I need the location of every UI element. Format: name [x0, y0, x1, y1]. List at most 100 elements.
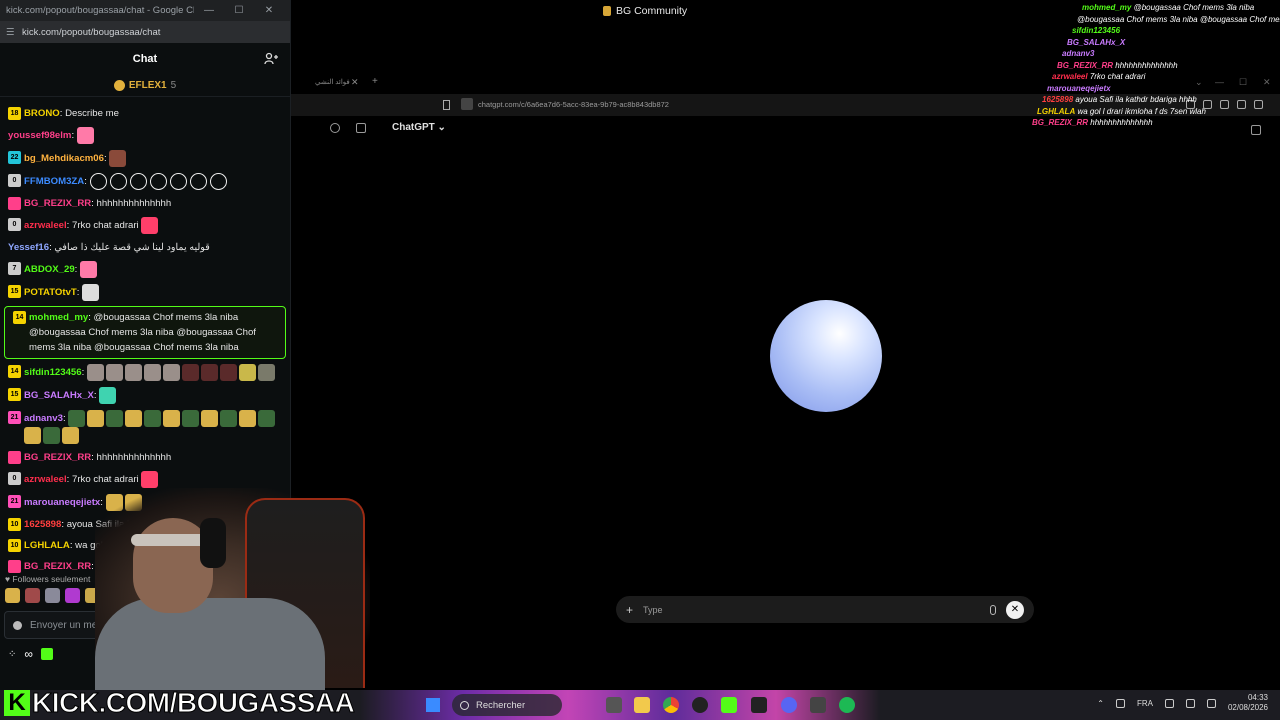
chat-username[interactable]: FFMBOM3ZA: [24, 176, 84, 187]
site-info-icon[interactable]: ☰: [6, 27, 22, 38]
network-icon[interactable]: [1164, 698, 1174, 708]
emote-quick[interactable]: [5, 588, 20, 603]
chat-text: Describe me: [65, 108, 119, 119]
chat-message-body: BRONO: Describe me: [24, 106, 119, 121]
maximize-icon[interactable]: ☐: [224, 5, 254, 16]
chat-title: Chat: [132, 53, 158, 65]
chat-message[interactable]: 14 mohmed_my: @bougassaa Chof mems 3la ni…: [4, 306, 286, 359]
chat-emote: [141, 217, 159, 234]
microphone-icon[interactable]: [990, 604, 996, 615]
chat-message-body: Yessef16: قوليه يماود لينا شي قصة عليك ذ…: [8, 240, 210, 255]
chat-username[interactable]: 1625898: [24, 519, 61, 530]
chat-username[interactable]: sifdin123456: [24, 367, 82, 378]
chat-input-placeholder: Envoyer un me: [30, 619, 98, 631]
chat-message[interactable]: BG_REZIX_RR: hhhhhhhhhhhhhh: [0, 193, 290, 214]
emote-quick[interactable]: [25, 588, 40, 603]
battery-icon[interactable]: [1206, 698, 1216, 708]
chat-message[interactable]: 14 sifdin123456:: [0, 361, 290, 384]
windows-start-icon[interactable]: [426, 698, 440, 712]
search-icon[interactable]: [330, 122, 340, 133]
chat-message-body: sifdin123456:: [24, 364, 277, 381]
chat-message[interactable]: 7 ABDOX_29:: [0, 258, 290, 281]
app-icon[interactable]: [810, 697, 826, 713]
chatgpt-header: ChatGPT ⌄: [330, 122, 446, 133]
tab-close-icon[interactable]: ✕: [351, 77, 359, 88]
minimize-icon[interactable]: —: [194, 5, 224, 16]
chat-text: 7rko chat adrari: [72, 220, 139, 232]
chat-message[interactable]: 22 bg_Mehdikacm06:: [0, 147, 290, 170]
emote-picker-icon[interactable]: [13, 620, 22, 630]
app-icon[interactable]: [751, 697, 767, 713]
emote-quick[interactable]: [65, 588, 80, 603]
chat-window-urlbar[interactable]: ☰ kick.com/popout/bougassaa/chat: [0, 21, 290, 43]
heart-emote: [89, 173, 107, 190]
chat-message-body: BG_REZIX_RR: hhhhhhhhhhhhhh: [24, 450, 171, 465]
chat-message[interactable]: 0 azrwaleel: 7rko chat adrari: [0, 214, 290, 237]
chat-message[interactable]: 18 BRONO: Describe me: [0, 103, 290, 124]
chat-username[interactable]: bg_Mehdikacm06: [24, 153, 104, 164]
chat-text: hhhhhhhhhhhhhh: [96, 452, 172, 463]
spotify-icon[interactable]: [839, 697, 855, 713]
browser-tab[interactable]: فوائد النشي: [315, 78, 350, 86]
message-composer[interactable]: + Type ✕: [616, 596, 1034, 623]
kick-app-icon[interactable]: [721, 697, 737, 713]
chat-username[interactable]: BG_SALAHx_X: [24, 390, 94, 401]
chat-username[interactable]: BRONO: [24, 108, 60, 119]
chat-username[interactable]: youssef98elm: [8, 130, 71, 141]
close-icon[interactable]: ✕: [254, 5, 284, 16]
chat-username[interactable]: marouaneqejietx: [24, 497, 100, 508]
clock[interactable]: 04:33 02/08/2026: [1228, 693, 1268, 713]
discord-icon[interactable]: [781, 697, 797, 713]
new-tab-icon[interactable]: +: [372, 76, 378, 87]
pinned-user-bar[interactable]: EFLEX1 5: [0, 75, 290, 97]
chat-message[interactable]: youssef98elm:: [0, 124, 290, 147]
subscriber-badge: 7: [8, 262, 21, 275]
microphone-icon[interactable]: [1115, 698, 1125, 708]
users-icon[interactable]: [264, 52, 278, 66]
emote-quick[interactable]: [45, 588, 60, 603]
language-indicator[interactable]: FRA: [1137, 699, 1153, 708]
overlay-chat-line: BG_REZIX_RR hhhhhhhhhhhhhh: [1032, 117, 1153, 128]
chevron-up-icon[interactable]: ⌃: [1097, 699, 1104, 708]
chat-username[interactable]: BG_REZIX_RR: [24, 561, 91, 572]
pinned-user-count: 5: [170, 80, 177, 91]
taskbar-search[interactable]: Rechercher: [452, 694, 562, 716]
chat-username[interactable]: mohmed_my: [29, 312, 88, 323]
chat-username[interactable]: BG_REZIX_RR: [24, 452, 91, 463]
bookmark-icon[interactable]: [443, 100, 450, 110]
chat-message[interactable]: BG_REZIX_RR: hhhhhhhhhhhhhh: [0, 447, 290, 468]
model-selector[interactable]: ChatGPT ⌄: [392, 122, 446, 133]
chat-emote: [257, 364, 275, 381]
chat-message[interactable]: 0 FFMBOM3ZA:: [0, 170, 290, 193]
chat-username[interactable]: LGHLALA: [24, 540, 70, 551]
sidebar-toggle-icon[interactable]: [356, 122, 366, 133]
infinity-icon[interactable]: ∞: [24, 647, 33, 661]
chat-username[interactable]: BG_REZIX_RR: [24, 198, 91, 209]
chat-message[interactable]: Yessef16: قوليه يماود لينا شي قصة عليك ذ…: [0, 237, 290, 258]
channel-banner: K KICK.COM/BOUGASSAA: [0, 686, 355, 720]
chat-username[interactable]: POTATOtvT: [24, 287, 77, 298]
chat-username[interactable]: azrwaleel: [24, 474, 67, 485]
chat-message[interactable]: 15 POTATOtvT:: [0, 281, 290, 304]
chat-message[interactable]: 21 adnanv3:: [0, 407, 290, 447]
volume-icon[interactable]: [1185, 698, 1195, 708]
composer-input[interactable]: Type: [643, 605, 980, 615]
app-icon[interactable]: [692, 697, 708, 713]
chat-username[interactable]: adnanv3: [24, 413, 63, 424]
chrome-icon[interactable]: [663, 697, 679, 713]
chat-username[interactable]: ABDOX_29: [24, 264, 75, 275]
chat-username[interactable]: azrwaleel: [24, 220, 67, 231]
chat-header: Chat: [0, 43, 290, 75]
chat-username[interactable]: Yessef16: [8, 242, 49, 253]
file-explorer-icon[interactable]: [634, 697, 650, 713]
subscriber-badge: 15: [8, 388, 21, 401]
chat-window-titlebar: kick.com/popout/bougassaa/chat - Google …: [0, 0, 290, 21]
chat-message[interactable]: 15 BG_SALAHx_X:: [0, 384, 290, 407]
subscriber-badge: 21: [8, 411, 21, 424]
community-logo-icon: [603, 6, 611, 16]
share-icon[interactable]: ⁘: [8, 649, 16, 660]
add-attachment-icon[interactable]: +: [626, 603, 633, 617]
task-view-icon[interactable]: [606, 697, 622, 713]
end-voice-close-button[interactable]: ✕: [1006, 600, 1024, 619]
followers-only-label: Followers seulement: [12, 574, 91, 584]
